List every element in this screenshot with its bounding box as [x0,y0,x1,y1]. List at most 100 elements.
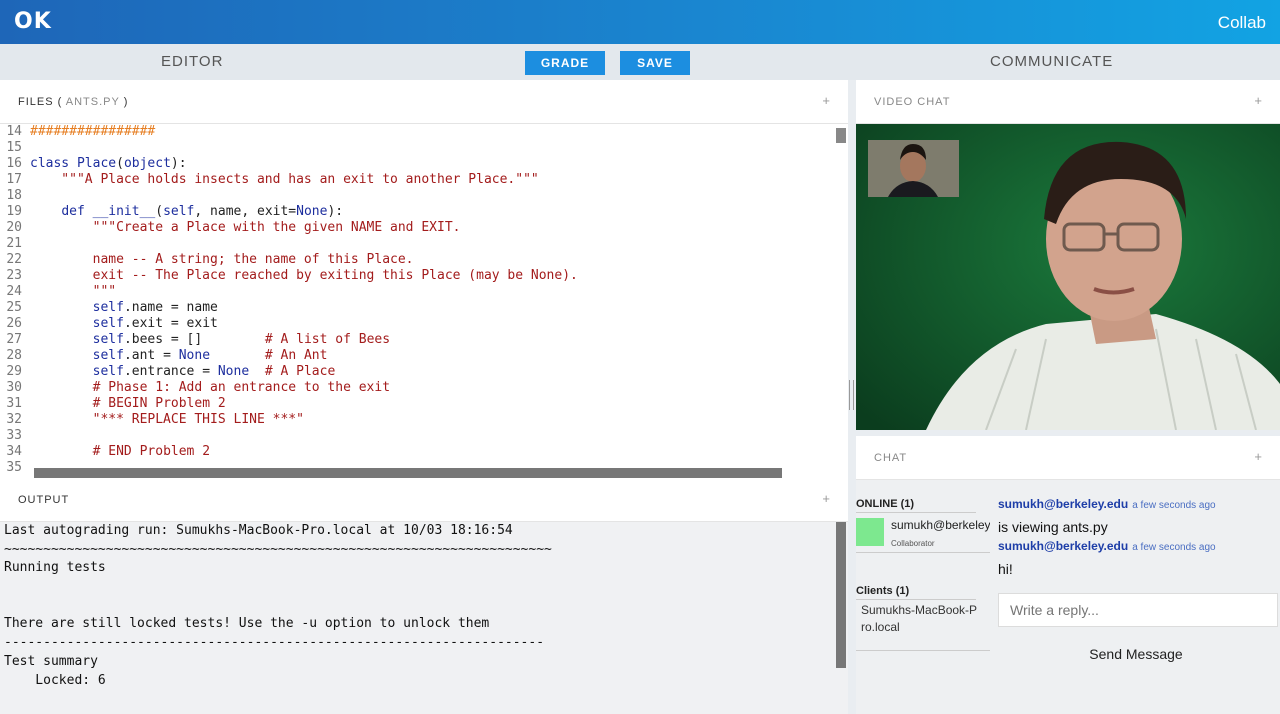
files-label-close: ) [123,96,129,108]
files-header: FILES ( ANTS.PY ) + [0,80,848,124]
line-text: # END Problem 2 [92,444,211,459]
output-plus-icon[interactable]: + [822,491,830,506]
reply-input[interactable] [998,593,1278,627]
line-number: 31 [6,396,22,411]
code-line[interactable]: 30 # Phase 1: Add an entrance to the exi… [0,380,848,396]
line-number: 25 [6,300,22,315]
editor-scrollbar[interactable] [836,128,846,143]
line-number: 21 [6,236,22,251]
chat-users-column: ONLINE (1) sumukh@berkeley Collaborator … [856,480,990,714]
communicate-title: COMMUNICATE [990,53,1114,70]
section-bar: EDITOR GRADE SAVE COMMUNICATE [0,44,1280,80]
remote-participant-video [856,124,1280,430]
output-console: Last autograding run: Sumukhs-MacBook-Pr… [0,522,848,714]
message-sender[interactable]: sumukh@berkeley.edu [998,497,1128,511]
line-number: 32 [6,412,22,427]
line-text: self.exit = exit [92,316,218,331]
line-text: self.ant = None # An Ant [92,348,328,363]
file-tab-ants[interactable]: ANTS.PY [66,96,120,108]
add-file-icon[interactable]: + [822,93,830,108]
collab-link[interactable]: Collab [1218,13,1266,33]
online-user-avatar [856,518,884,546]
code-line[interactable]: 15 [0,140,848,156]
code-line[interactable]: 34 # END Problem 2 [0,444,848,460]
line-text: """A Place holds insects and has an exit… [30,172,539,187]
line-number: 18 [6,188,22,203]
code-line[interactable]: 16 class Place(object): [0,156,848,172]
chat-plus-icon[interactable]: + [1254,449,1262,464]
chat-messages-column: sumukh@berkeley.edu a few seconds ago is … [990,480,1280,714]
code-line[interactable]: 17 """A Place holds insects and has an e… [0,172,848,188]
code-line[interactable]: 18 [0,188,848,204]
app-logo[interactable]: OK [14,9,52,34]
output-line: ----------------------------------------… [4,635,545,651]
code-line[interactable]: 28 self.ant = None # An Ant [0,348,848,364]
code-line[interactable]: 21 [0,236,848,252]
chat-header: CHAT + [856,436,1280,480]
line-number: 29 [6,364,22,379]
video-feed [856,124,1280,430]
line-text: """Create a Place with the given NAME an… [30,220,461,235]
output-line: There are still locked tests! Use the -u… [4,616,490,632]
line-text: class Place(object): [30,156,187,171]
code-line[interactable]: 20 """Create a Place with the given NAME… [0,220,848,236]
code-line[interactable]: 31 # BEGIN Problem 2 [0,396,848,412]
output-line: Locked: 6 [4,672,106,688]
line-text: def __init__(self, name, exit=None): [61,204,344,219]
chat-message: sumukh@berkeley.edu a few seconds ago hi! [998,537,1216,577]
line-number: 28 [6,348,22,363]
code-line[interactable]: 32 "*** REPLACE THIS LINE ***" [0,412,848,428]
code-line[interactable]: 27 self.bees = [] # A list of Bees [0,332,848,348]
code-line[interactable]: 24 """ [0,284,848,300]
line-text: """ [30,284,117,299]
divider [856,552,990,553]
code-editor[interactable]: 14 ################ 15 16 class Place(object… [0,124,848,478]
message-sender[interactable]: sumukh@berkeley.edu [998,539,1128,553]
line-text: # BEGIN Problem 2 [92,396,226,411]
line-text: self.bees = [] # A list of Bees [92,332,391,347]
line-text: self.entrance = None # A Place [92,364,336,379]
code-line[interactable]: 26 self.exit = exit [0,316,848,332]
send-message-button[interactable]: Send Message [998,640,1274,668]
code-line[interactable]: 29 self.entrance = None # A Place [0,364,848,380]
clients-label: Clients (1) [856,585,910,597]
code-line[interactable]: 23 exit -- The Place reached by exiting … [0,268,848,284]
code-line[interactable]: 25 self.name = name [0,300,848,316]
line-text: "*** REPLACE THIS LINE ***" [30,412,304,427]
output-scrollbar[interactable] [836,522,846,668]
line-number: 17 [6,172,22,187]
message-time: a few seconds ago [1132,542,1216,553]
code-line[interactable]: 14 ################ [0,124,848,140]
output-line: Running tests [4,560,106,576]
code-line[interactable]: 33 [0,428,848,444]
line-number: 35 [6,460,22,475]
code-line[interactable]: 22 name -- A string; the name of this Pl… [0,252,848,268]
editor-panel: FILES ( ANTS.PY ) + 14 ################ 15… [0,80,848,478]
editor-title: EDITOR [161,53,224,70]
code-line[interactable]: 19 def __init__(self, name, exit=None): [0,204,848,220]
line-number: 14 [6,124,22,139]
video-plus-icon[interactable]: + [1254,93,1262,108]
output-header: OUTPUT + [0,478,848,522]
splitter-handle[interactable] [849,380,854,410]
editor-h-scrollbar[interactable] [34,468,782,478]
message-text: hi! [998,561,1013,577]
files-label: FILES ( [18,96,63,108]
panel-splitter[interactable] [848,80,856,714]
output-label: OUTPUT [18,494,70,506]
online-user-role: Collaborator [891,539,935,548]
line-number: 34 [6,444,22,459]
line-text: self.name = name [92,300,218,315]
save-button[interactable]: SAVE [620,51,690,75]
line-text: ################ [30,124,156,139]
output-line: ~~~~~~~~~~~~~~~~~~~~~~~~~~~~~~~~~~~~~~~~… [4,541,552,557]
online-label: ONLINE (1) [856,498,915,510]
line-text: exit -- The Place reached by exiting thi… [30,268,578,283]
grade-button[interactable]: GRADE [525,51,605,75]
line-number: 16 [6,156,22,171]
video-chat-header: VIDEO CHAT + [856,80,1280,124]
online-user-name[interactable]: sumukh@berkeley [891,518,990,532]
